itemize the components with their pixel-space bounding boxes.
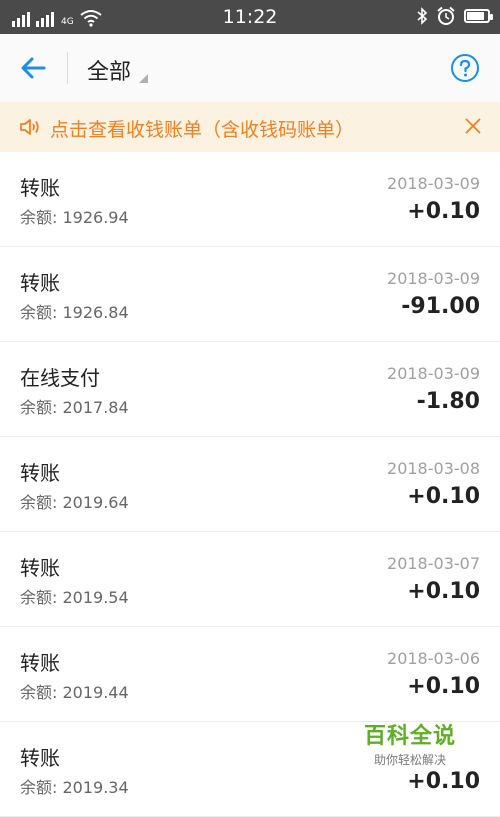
speaker-icon <box>20 119 39 135</box>
transaction-row[interactable]: 转账 余额: 2019.54 2018-03-07 +0.10 <box>0 532 500 627</box>
nav-bar: 全部 <box>0 34 500 103</box>
transaction-balance: 余额: 2019.44 <box>20 683 129 702</box>
bluetooth-icon <box>417 7 428 25</box>
help-icon[interactable] <box>450 53 480 83</box>
transaction-balance: 余额: 1926.84 <box>20 303 129 322</box>
transaction-row[interactable]: 转账 余额: 2019.64 2018-03-08 +0.10 <box>0 437 500 532</box>
transaction-date: 2018-03-09 <box>387 174 480 193</box>
transaction-row[interactable]: 转账 余额: 1926.84 2018-03-09 -91.00 <box>0 247 500 342</box>
back-arrow-icon[interactable] <box>18 52 50 84</box>
dropdown-triangle-icon[interactable] <box>139 74 148 83</box>
transaction-balance: 余额: 2019.34 <box>20 778 129 797</box>
transaction-title: 转账 <box>20 461 60 485</box>
transaction-title: 转账 <box>20 651 60 675</box>
notice-banner[interactable]: 点击查看收钱账单（含收钱码账单） <box>0 102 500 153</box>
watermark-subtitle: 助你轻松解决 <box>373 753 446 767</box>
transaction-amount: +0.10 <box>407 579 480 604</box>
status-bar: 4G 11:22 <box>0 0 500 34</box>
status-right <box>416 6 493 26</box>
transaction-row[interactable]: 转账 余额: 2019.44 2018-03-06 +0.10 <box>0 627 500 722</box>
close-icon[interactable] <box>464 117 482 135</box>
transaction-balance: 余额: 2017.84 <box>20 398 129 417</box>
transaction-balance: 余额: 2019.54 <box>20 588 129 607</box>
transaction-amount: +0.10 <box>407 484 480 509</box>
transaction-amount: -91.00 <box>401 294 480 319</box>
battery-icon <box>464 9 493 23</box>
transaction-row[interactable]: 转账 余额: 1926.94 2018-03-09 +0.10 <box>0 152 500 247</box>
transaction-date: 2018-03-07 <box>387 554 480 573</box>
transaction-amount: +0.10 <box>407 199 480 224</box>
transaction-date: 2018-03-08 <box>387 459 480 478</box>
transaction-date: 2018-03-09 <box>387 269 480 288</box>
transaction-title: 转账 <box>20 746 60 770</box>
transaction-title: 转账 <box>20 271 60 295</box>
transaction-amount: +0.10 <box>407 674 480 699</box>
transaction-title: 在线支付 <box>20 366 100 390</box>
transaction-balance: 余额: 1926.94 <box>20 208 129 227</box>
transaction-balance: 余额: 2019.64 <box>20 493 129 512</box>
transaction-title: 转账 <box>20 176 60 200</box>
filter-dropdown-title[interactable]: 全部 <box>87 54 131 86</box>
transaction-date: 2018-03-09 <box>387 364 480 383</box>
transaction-amount: +0.10 <box>407 769 480 794</box>
transaction-date: 2018-03-06 <box>387 649 480 668</box>
transaction-row[interactable]: 在线支付 余额: 2017.84 2018-03-09 -1.80 <box>0 342 500 437</box>
battery-level-fill <box>467 12 484 20</box>
watermark-title: 百科全说 <box>363 724 456 749</box>
notice-text[interactable]: 点击查看收钱账单（含收钱码账单） <box>50 115 354 142</box>
transaction-title: 转账 <box>20 556 60 580</box>
transaction-amount: -1.80 <box>416 389 480 414</box>
nav-divider <box>67 52 68 84</box>
watermark: 百科全说 助你轻松解决 <box>350 718 470 768</box>
alarm-icon <box>437 6 455 25</box>
